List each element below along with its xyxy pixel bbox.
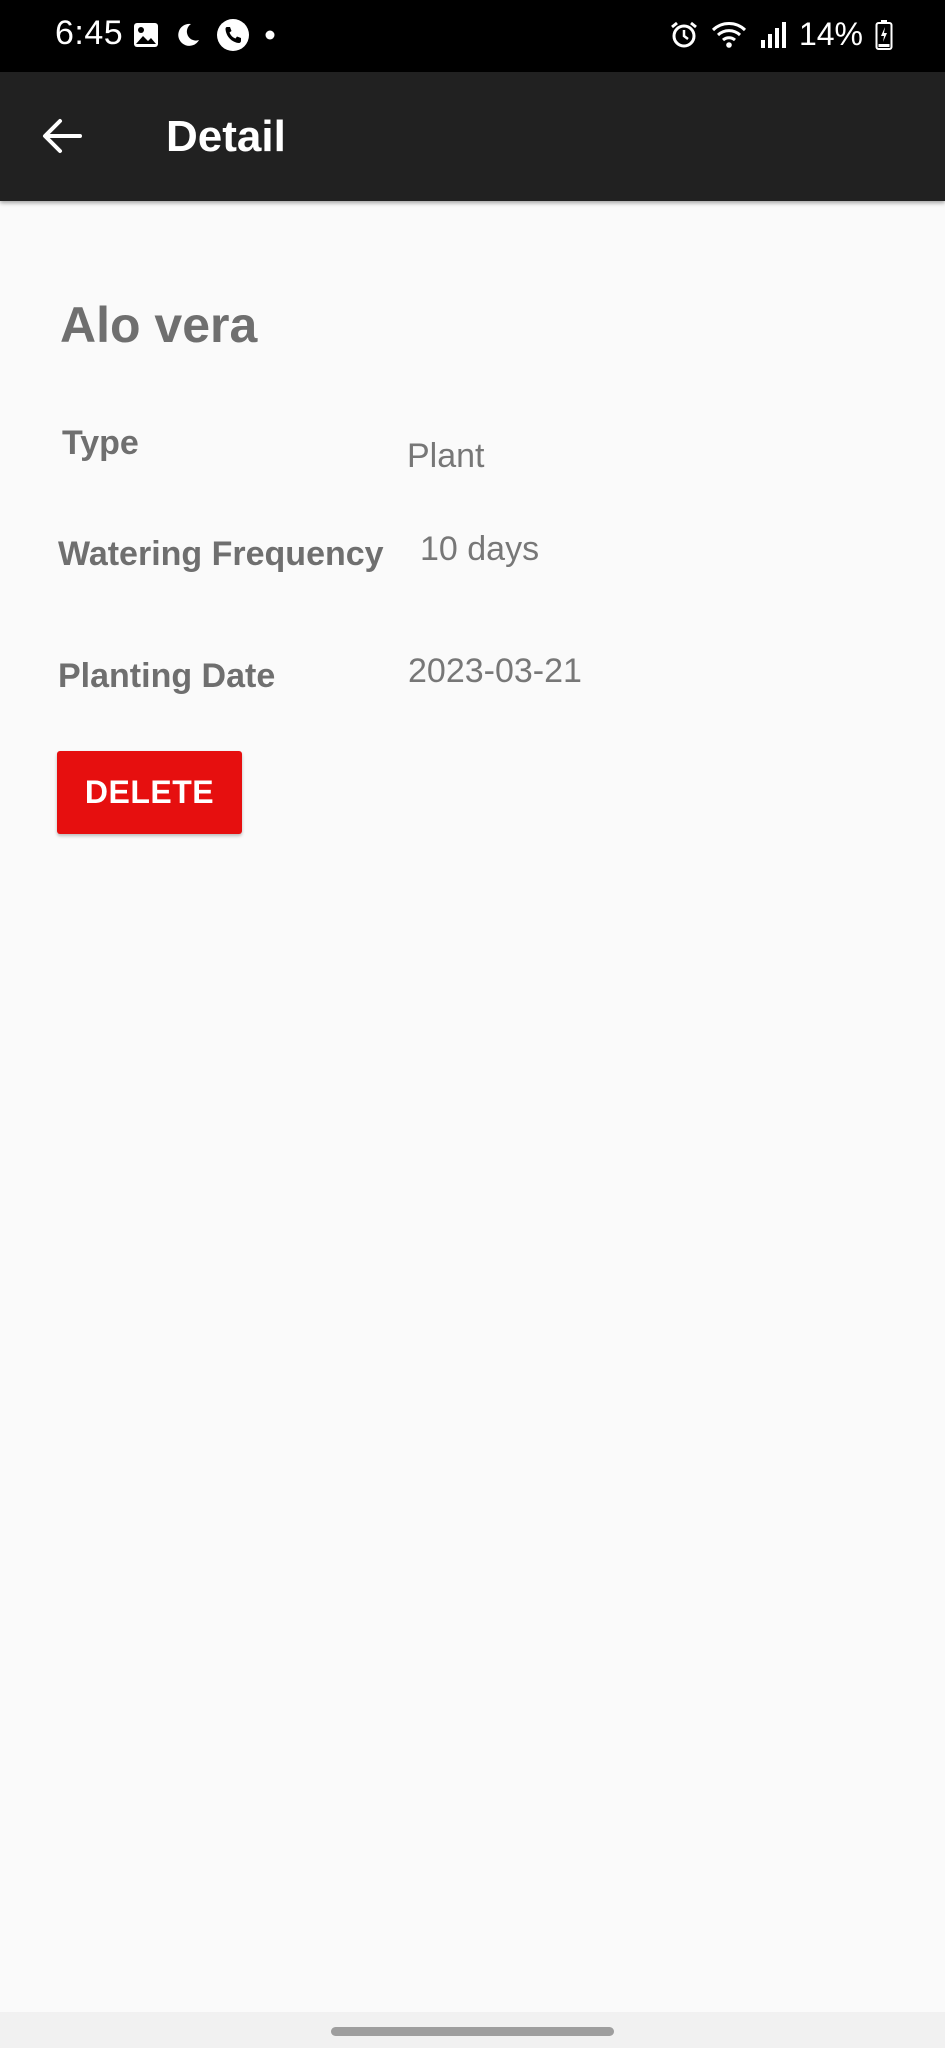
status-time: 6:45 (55, 14, 124, 52)
watering-frequency-label: Watering Frequency (58, 535, 384, 573)
type-label: Type (62, 424, 139, 462)
page-title: Detail (166, 112, 286, 161)
home-indicator[interactable] (331, 2027, 614, 2036)
moon-icon (174, 21, 202, 49)
arrow-left-icon (40, 114, 84, 158)
back-button[interactable] (28, 102, 96, 170)
type-value: Plant (407, 437, 485, 475)
app-bar: Detail (0, 72, 945, 201)
alarm-icon (669, 20, 699, 50)
planting-date-label: Planting Date (58, 657, 276, 695)
battery-charging-icon (875, 19, 893, 51)
planting-date-value: 2023-03-21 (408, 652, 582, 690)
gallery-icon (132, 21, 160, 49)
battery-percent: 14% (798, 16, 863, 52)
watering-frequency-value: 10 days (420, 530, 540, 568)
delete-button[interactable]: DELETE (57, 751, 242, 834)
signal-icon (759, 20, 787, 50)
status-icons-left (132, 18, 276, 52)
status-icons-right: 14% (669, 16, 893, 53)
dot-icon (264, 29, 276, 41)
wifi-icon (711, 20, 747, 50)
navigation-bar (0, 2012, 945, 2048)
status-bar: 6:45 14% (0, 0, 945, 72)
phone-call-icon (216, 18, 250, 52)
plant-name: Alo vera (60, 297, 258, 353)
